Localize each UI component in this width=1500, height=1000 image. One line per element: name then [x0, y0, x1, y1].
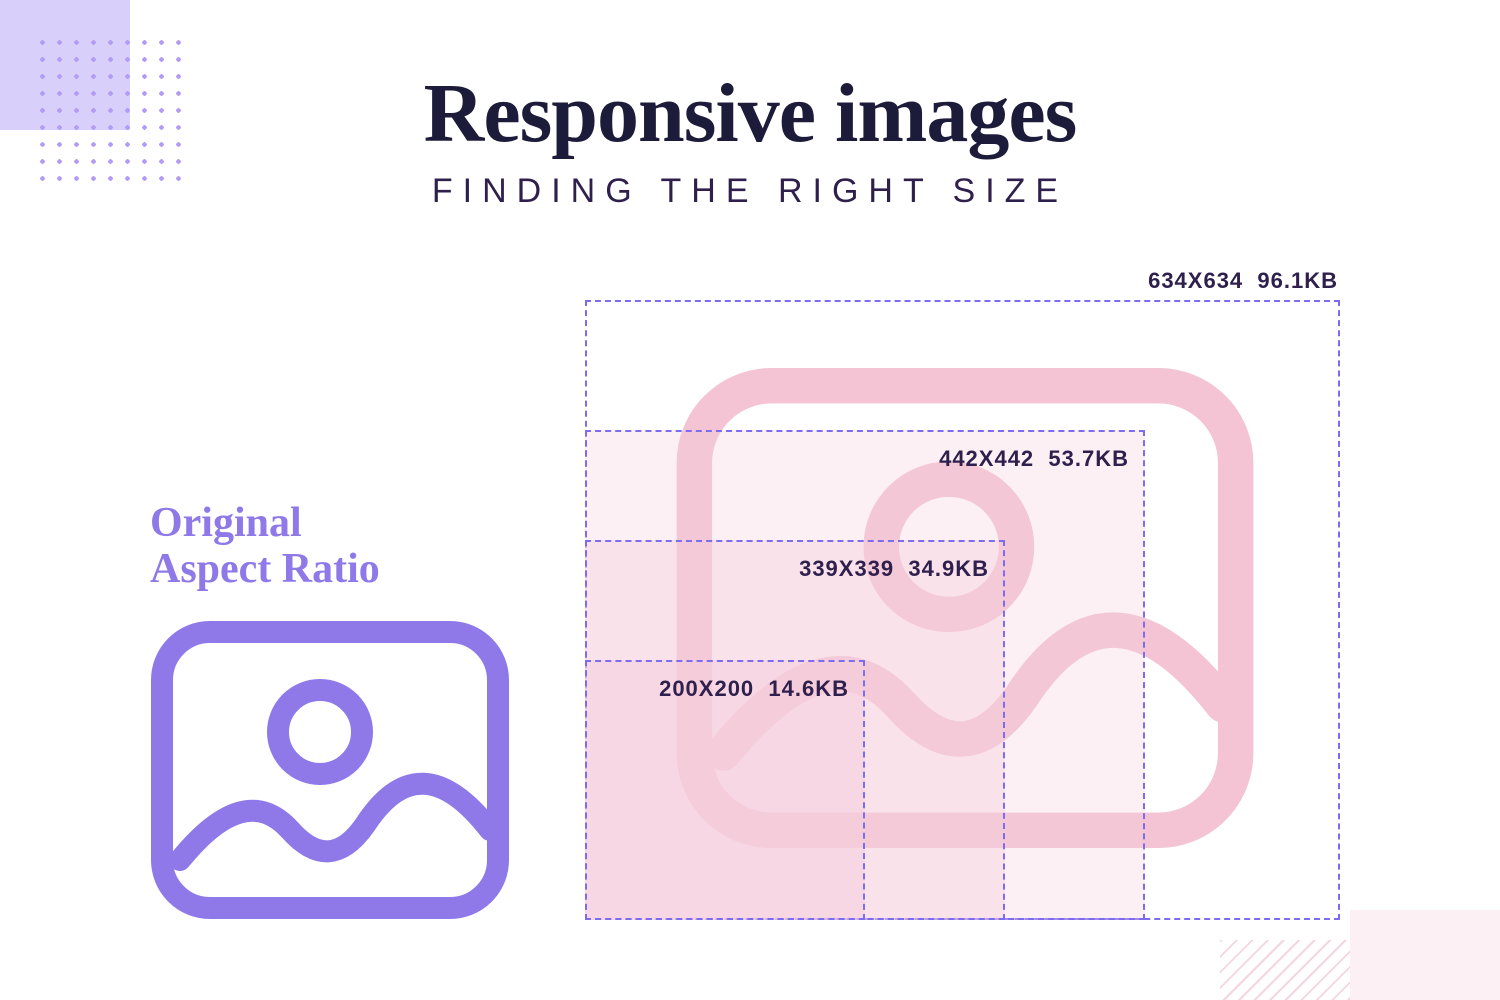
decorative-br-square	[1350, 910, 1500, 1000]
decorative-br-hatch	[1220, 940, 1350, 1000]
original-aspect-label: Original Aspect Ratio	[150, 500, 510, 592]
page-title: Responsive images	[0, 65, 1500, 162]
image-placeholder-icon	[150, 620, 510, 920]
size-dimensions: 200X200	[659, 676, 754, 701]
header: Responsive images FINDING THE RIGHT SIZE	[0, 65, 1500, 211]
size-label-442: 442X442 53.7KB	[939, 446, 1129, 472]
size-filesize: 53.7KB	[1048, 446, 1129, 471]
size-dimensions: 339X339	[799, 556, 894, 581]
size-comparison: 634X634 96.1KB 442X442 53.7KB 339X339 34…	[585, 300, 1340, 920]
size-filesize: 96.1KB	[1257, 268, 1338, 293]
original-aspect-block: Original Aspect Ratio	[150, 500, 510, 920]
size-dimensions: 442X442	[939, 446, 1034, 471]
size-filesize: 34.9KB	[908, 556, 989, 581]
original-aspect-label-line1: Original	[150, 500, 302, 546]
size-box-200: 200X200 14.6KB	[585, 660, 865, 920]
size-label-200: 200X200 14.6KB	[659, 676, 849, 702]
size-label-634: 634X634 96.1KB	[1148, 268, 1338, 294]
size-dimensions: 634X634	[1148, 268, 1243, 293]
page-subtitle: FINDING THE RIGHT SIZE	[0, 172, 1500, 211]
original-aspect-label-line2: Aspect Ratio	[150, 546, 380, 592]
size-filesize: 14.6KB	[768, 676, 849, 701]
size-label-339: 339X339 34.9KB	[799, 556, 989, 582]
